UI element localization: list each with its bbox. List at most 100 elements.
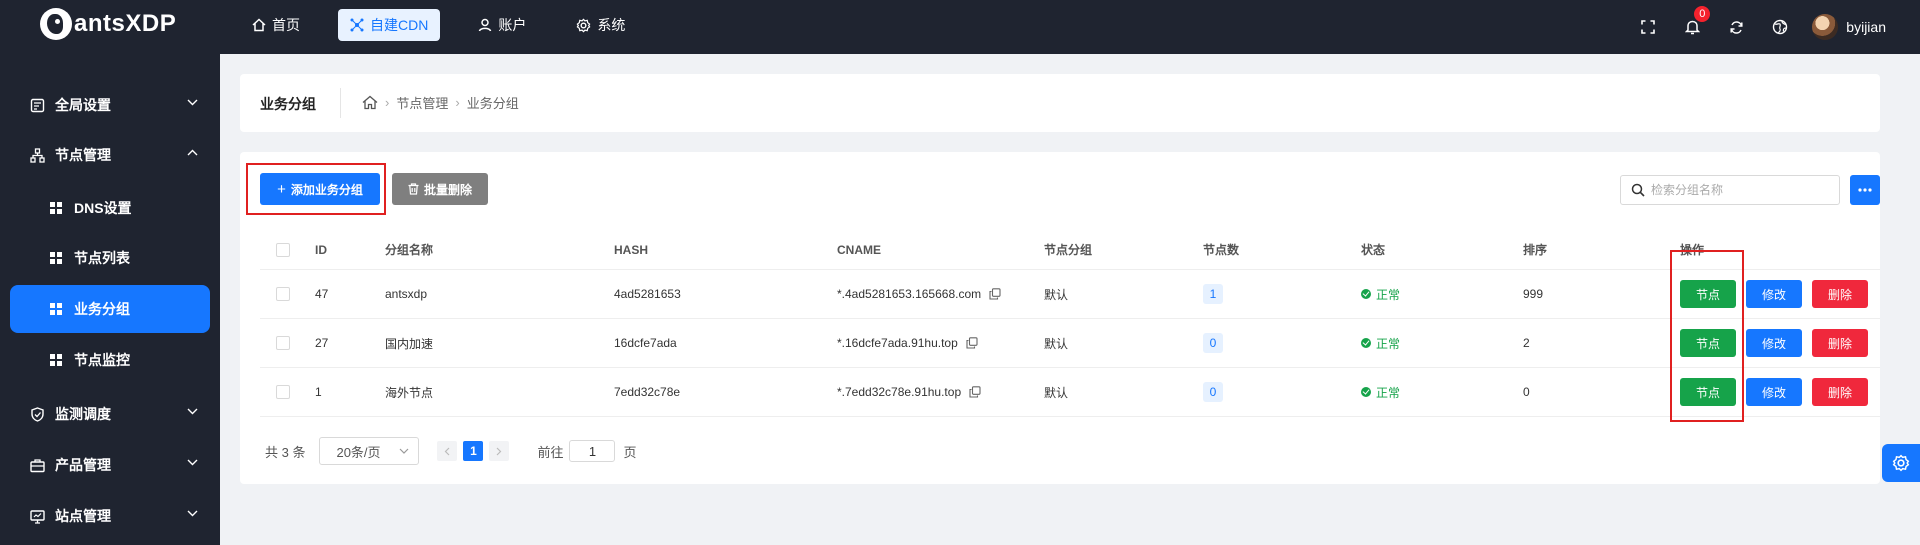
row-checkbox[interactable] xyxy=(276,385,290,399)
column-header-sort[interactable]: 排序 xyxy=(1523,230,1547,269)
chevron-right-icon xyxy=(497,447,502,455)
select-all-checkbox[interactable] xyxy=(276,242,290,257)
sidebar-subitem-dns-settings[interactable]: DNS设置 xyxy=(10,184,210,232)
sidebar-subitem-node-monitor[interactable]: 节点监控 xyxy=(10,336,210,384)
search-box[interactable] xyxy=(1620,175,1840,205)
trash-icon xyxy=(408,183,419,195)
row-name: antsxdp xyxy=(385,287,428,301)
topnav-system[interactable]: 系统 xyxy=(564,9,637,41)
sidebar-subitem-business-group[interactable]: 业务分组 xyxy=(10,285,210,333)
briefcase-icon xyxy=(30,458,45,472)
more-button[interactable] xyxy=(1850,175,1880,205)
network-icon xyxy=(350,18,364,32)
page-number-current[interactable]: 1 xyxy=(463,441,484,461)
top-bar: antsXDP 首页 自建CDN 账户 系统 0 byijian xyxy=(0,0,1920,54)
header-actions: 0 byijian xyxy=(1626,0,1886,54)
row-checkbox[interactable] xyxy=(276,287,290,301)
column-header-node-count[interactable]: 节点数 xyxy=(1203,230,1239,269)
sidebar-item-global-settings[interactable]: 全局设置 xyxy=(0,80,220,130)
notification-badge: 0 xyxy=(1693,5,1712,23)
search-icon xyxy=(1631,183,1645,197)
fullscreen-button[interactable] xyxy=(1626,0,1670,54)
topnav-account[interactable]: 账户 xyxy=(466,9,538,41)
page-jumper: 前往 页 xyxy=(537,440,637,462)
edit-button[interactable]: 修改 xyxy=(1746,378,1802,406)
topnav-cdn[interactable]: 自建CDN xyxy=(338,9,441,41)
sidebar-item-product-management[interactable]: 产品管理 xyxy=(0,440,220,490)
page-size-select[interactable]: 20条/页 xyxy=(319,437,420,465)
topnav-home-label: 首页 xyxy=(272,17,300,33)
row-cname: *.7edd32c78e.91hu.top xyxy=(837,385,962,399)
grid-icon xyxy=(50,202,62,214)
column-header-status[interactable]: 状态 xyxy=(1361,230,1385,269)
language-button[interactable] xyxy=(1758,0,1802,54)
edit-button[interactable]: 修改 xyxy=(1746,329,1802,357)
sidebar-item-monitor-scheduling[interactable]: 监测调度 xyxy=(0,389,220,439)
grid-icon xyxy=(50,303,62,315)
column-header-id[interactable]: ID xyxy=(315,230,327,269)
row-node-count[interactable]: 0 xyxy=(1203,382,1223,402)
copy-icon[interactable] xyxy=(969,386,981,398)
row-checkbox[interactable] xyxy=(276,336,290,350)
row-node-group: 默认 xyxy=(1044,287,1069,302)
settings-float-button[interactable] xyxy=(1882,444,1920,482)
fullscreen-icon xyxy=(1641,20,1656,34)
row-node-count[interactable]: 1 xyxy=(1203,284,1223,304)
next-page-button[interactable] xyxy=(489,441,510,461)
notification-button[interactable]: 0 xyxy=(1670,0,1714,54)
delete-button[interactable]: 删除 xyxy=(1812,329,1868,357)
sidebar-subitem-label: 业务分组 xyxy=(74,301,130,317)
column-header-name[interactable]: 分组名称 xyxy=(385,230,433,269)
logo[interactable]: antsXDP xyxy=(40,8,176,40)
goto-label: 前往 xyxy=(537,444,564,460)
avatar xyxy=(1812,14,1839,40)
topnav-account-label: 账户 xyxy=(498,17,527,33)
breadcrumb: › 节点管理 › 业务分组 xyxy=(362,93,519,112)
topnav-home[interactable]: 首页 xyxy=(240,9,312,41)
delete-button[interactable]: 删除 xyxy=(1812,378,1868,406)
delete-button[interactable]: 删除 xyxy=(1812,280,1868,308)
shield-icon xyxy=(31,406,44,422)
home-icon xyxy=(252,18,266,32)
goto-page-input[interactable] xyxy=(569,440,616,462)
row-name: 国内加速 xyxy=(385,336,434,351)
sidebar-subitem-node-list[interactable]: 节点列表 xyxy=(10,234,210,282)
row-id: 27 xyxy=(315,336,329,350)
status-text: 正常 xyxy=(1376,385,1401,400)
batch-delete-button[interactable]: 批量删除 xyxy=(392,173,488,205)
column-header-cname[interactable]: CNAME xyxy=(837,230,881,269)
row-sort: 2 xyxy=(1523,336,1530,350)
user-menu[interactable]: byijian xyxy=(1812,14,1886,40)
refresh-button[interactable] xyxy=(1714,0,1758,54)
edit-button[interactable]: 修改 xyxy=(1746,280,1802,308)
sidebar-subitem-label: 节点列表 xyxy=(74,250,130,266)
refresh-icon xyxy=(1730,20,1743,34)
breadcrumb-item-current: 业务分组 xyxy=(466,96,519,111)
table-row: 1 海外节点 7edd32c78e *.7edd32c78e.91hu.top … xyxy=(260,368,1880,417)
row-sort: 999 xyxy=(1523,287,1544,301)
group-table: ID 分组名称 HASH CNAME 节点分组 节点数 状态 排序 操作 47 … xyxy=(260,230,1880,417)
page-size-value: 20条/页 xyxy=(336,444,381,460)
check-circle-icon xyxy=(1361,387,1371,397)
topnav-system-label: 系统 xyxy=(597,17,626,33)
pagination-total: 共 3 条 xyxy=(265,444,306,460)
column-header-node-group[interactable]: 节点分组 xyxy=(1044,230,1092,269)
breadcrumb-item[interactable]: 节点管理 xyxy=(396,93,448,112)
sidebar-item-label: 节点管理 xyxy=(55,147,111,163)
row-node-count[interactable]: 0 xyxy=(1203,333,1223,353)
column-header-hash[interactable]: HASH xyxy=(614,230,648,269)
sidebar-item-label: 站点管理 xyxy=(55,508,111,524)
add-group-button[interactable]: + 添加业务分组 xyxy=(260,173,380,205)
prev-page-button[interactable] xyxy=(437,441,458,461)
gear-icon xyxy=(1892,454,1910,472)
batch-delete-label: 批量删除 xyxy=(423,182,472,197)
sidebar-item-site-management[interactable]: 站点管理 xyxy=(0,491,220,541)
home-icon[interactable] xyxy=(362,95,378,110)
search-input[interactable] xyxy=(1651,183,1831,197)
row-hash: 7edd32c78e xyxy=(614,385,681,399)
sidebar-item-node-management[interactable]: 节点管理 xyxy=(0,130,220,180)
copy-icon[interactable] xyxy=(989,288,1001,300)
chevron-down-icon xyxy=(187,459,198,466)
status-badge: 正常 xyxy=(1361,335,1400,352)
copy-icon[interactable] xyxy=(966,337,978,349)
